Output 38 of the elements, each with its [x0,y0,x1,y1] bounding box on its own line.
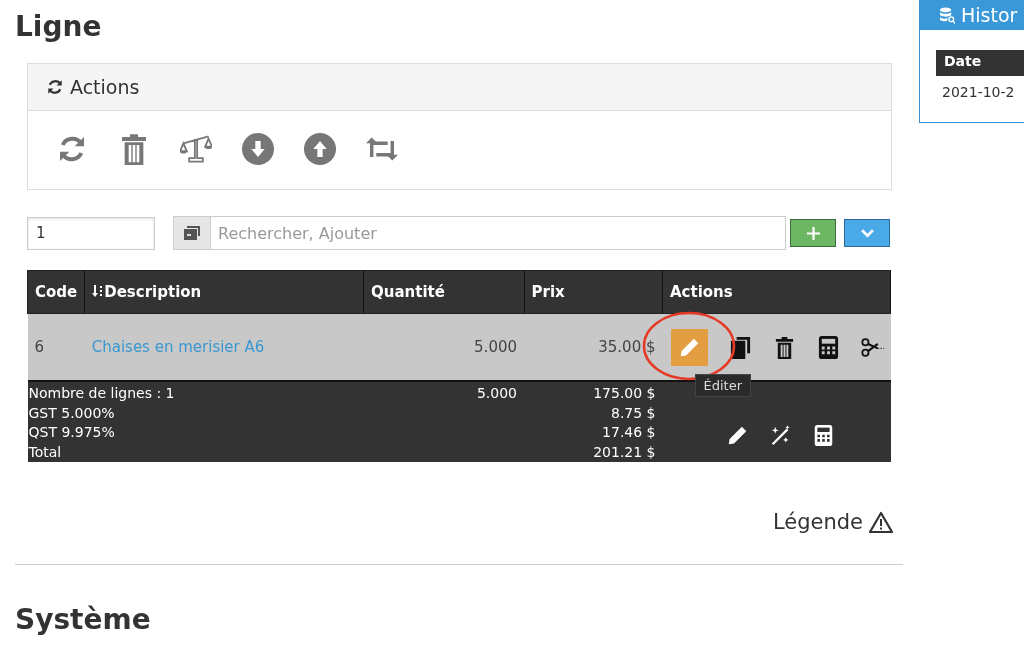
table-cell: 6 [27,313,85,381]
plus-icon [806,226,820,240]
scale-icon[interactable] [180,133,212,165]
summary-labels: Nombre de lignes : 1 GST 5.000% QST 9.975% Total [27,381,364,462]
pencil-icon[interactable] [726,425,748,446]
section-heading: Système [15,603,152,636]
arrow-up-icon[interactable] [304,133,336,165]
scissors-icon[interactable] [860,335,884,359]
table-cell: 5.000 [363,313,525,381]
legend-label[interactable]: Légende [772,510,863,534]
tooltip: Éditer [694,374,752,397]
panel-title: Histor [961,4,1018,26]
search-field[interactable]: Rechercher, Ajouter [211,216,787,250]
page-heading: Ligne [15,10,103,43]
calculator-icon[interactable] [816,335,840,359]
column-header[interactable]: Quantité [363,270,525,314]
quantity-field[interactable]: 1 [27,216,155,250]
column-header: Date [936,50,1024,76]
column-header[interactable]: Actions [662,270,891,314]
add-button[interactable] [790,219,837,247]
column-header[interactable]: Description [84,270,364,314]
magic-wand-icon[interactable] [769,425,791,446]
panel-title: Actions [70,76,140,98]
summary-amounts: 175.00 $ 8.75 $ 17.46 $ 201.21 $ [524,381,663,462]
refresh-icon [46,78,64,96]
column-header[interactable]: Prix [524,270,663,314]
box-icon [184,226,200,240]
arrow-down-icon[interactable] [242,133,274,165]
warning-icon[interactable] [869,511,893,533]
column-header[interactable]: Code [27,270,85,314]
copy-icon[interactable] [728,335,752,359]
table-cell: 5.000 [363,381,525,462]
database-search-icon [940,6,955,24]
dropdown-button[interactable] [844,219,890,247]
sort-icon [92,285,105,297]
calculator-icon[interactable] [812,425,834,446]
table-cell: 35.00 $ [524,313,663,381]
table-cell-text: 2021-10-2 [941,83,1016,102]
